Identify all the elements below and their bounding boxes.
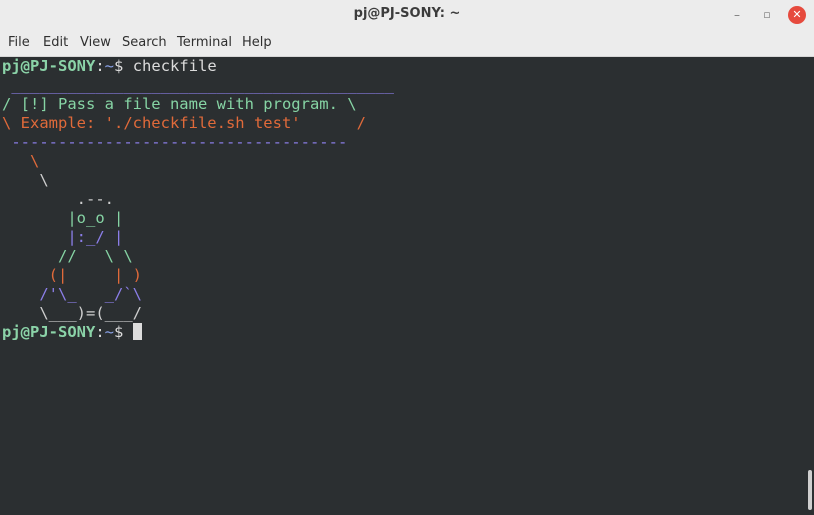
bubble-line-1: / [!] Pass a file name with program. \ [2, 95, 357, 113]
terminal-screen: pj@PJ-SONY:~$ checkfile ________________… [2, 57, 394, 342]
art-line: .--. [2, 190, 114, 208]
prompt-user-host: pj@PJ-SONY [2, 57, 96, 75]
scrollbar-thumb[interactable] [808, 470, 812, 510]
terminal-window: pj@PJ-SONY: ~ – ▫ ✕ File Edit View Searc… [0, 0, 814, 515]
minimize-icon[interactable]: – [728, 6, 746, 24]
bubble-bottom-border: ------------------------------------ [2, 133, 348, 151]
terminal-area[interactable]: pj@PJ-SONY:~$ checkfile ________________… [0, 57, 814, 515]
art-line: |:_/ | [2, 228, 124, 246]
art-line: |o_o | [2, 209, 124, 227]
command-text: checkfile [132, 57, 217, 75]
prompt-separator: : [95, 57, 105, 75]
art-line: (| | ) [2, 266, 142, 284]
prompt-path: ~ [104, 57, 115, 75]
menu-edit[interactable]: Edit [43, 35, 68, 50]
bubble-line-2: \ Example: './checkfile.sh test' / [2, 114, 366, 132]
menu-file[interactable]: File [8, 35, 30, 50]
menu-view[interactable]: View [80, 35, 111, 50]
menu-help[interactable]: Help [242, 35, 272, 50]
active-prompt-line: pj@PJ-SONY:~$ [2, 323, 394, 342]
command-line: pj@PJ-SONY:~$ checkfile [2, 57, 394, 76]
maximize-icon[interactable]: ▫ [758, 6, 776, 24]
art-line: \ [2, 171, 49, 189]
close-icon[interactable]: ✕ [788, 6, 806, 24]
prompt-dollar: $ [114, 323, 124, 341]
art-line: \___)=(___/ [2, 304, 142, 322]
art-line: // \ \ [2, 247, 133, 265]
prompt-separator: : [95, 323, 105, 341]
art-line: \ [2, 152, 40, 170]
bubble-top-border: ________________________________________… [2, 76, 394, 94]
menu-search[interactable]: Search [122, 35, 167, 50]
prompt-user-host: pj@PJ-SONY [2, 323, 96, 341]
title-bar[interactable]: pj@PJ-SONY: ~ – ▫ ✕ [0, 0, 814, 30]
prompt-dollar: $ [114, 57, 124, 75]
menu-bar: File Edit View Search Terminal Help [0, 30, 814, 57]
window-title: pj@PJ-SONY: ~ [353, 6, 461, 21]
text-cursor [132, 323, 142, 340]
menu-terminal[interactable]: Terminal [177, 35, 232, 50]
prompt-path: ~ [104, 323, 115, 341]
art-line: /'\_ _/`\ [2, 285, 142, 303]
